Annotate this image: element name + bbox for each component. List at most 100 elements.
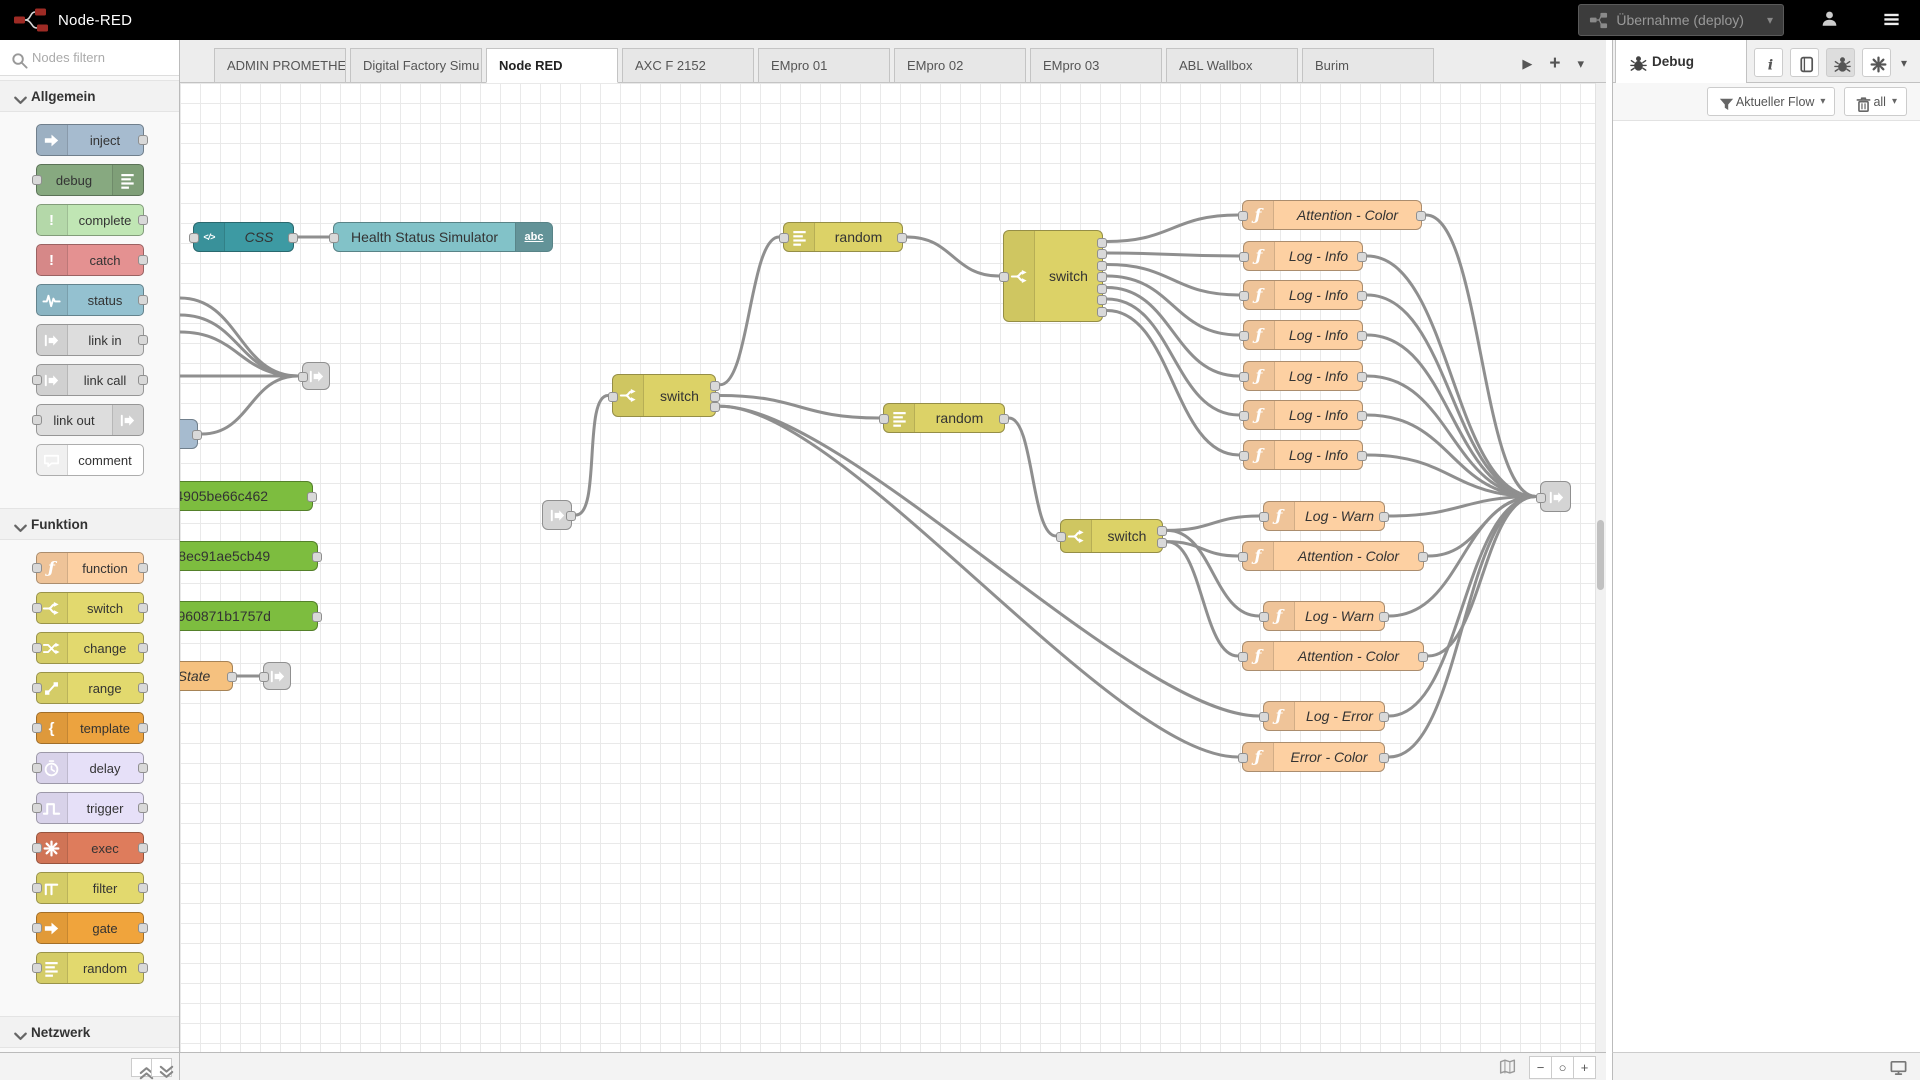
flow-node-info2[interactable]: ƒLog - Info [1243,280,1363,310]
tab-digital-factory-simu[interactable]: Digital Factory Simu [350,48,482,83]
palette-node-range[interactable]: range [36,672,144,704]
flow-node-hss[interactable]: Health Status Simulatorabc [333,222,553,252]
input-port[interactable] [879,414,889,424]
output-port[interactable] [138,135,148,145]
flow-node-g1[interactable]: 4-4905be66c462 [180,481,313,511]
output-port[interactable] [138,603,148,613]
output-port[interactable] [1097,238,1107,248]
input-port[interactable] [32,415,42,425]
tab-burim[interactable]: Burim [1302,48,1434,83]
input-port[interactable] [259,672,269,682]
input-port[interactable] [32,763,42,773]
input-port[interactable] [1239,411,1249,421]
sidebar-caret-down-icon[interactable]: ▾ [1901,56,1907,70]
input-port[interactable] [1056,532,1066,542]
input-port[interactable] [608,392,618,402]
flow-node-botswitch[interactable]: switch [1060,519,1163,553]
palette-node-exec[interactable]: exec [36,832,144,864]
flow-canvas[interactable]: </>CSSHealth Status Simulatorabcrandomsw… [180,83,1606,1052]
output-port[interactable] [1357,451,1367,461]
debug-filter-button[interactable]: Aktueller Flow ▾ [1707,87,1836,116]
wire[interactable] [1107,253,1239,256]
navigator-map-icon[interactable] [1498,1057,1519,1078]
output-port[interactable] [710,402,720,412]
wire[interactable] [720,406,1238,757]
palette-node-gate[interactable]: gate [36,912,144,944]
input-port[interactable] [32,643,42,653]
output-port[interactable] [138,843,148,853]
input-port[interactable] [779,233,789,243]
flow-node-g3[interactable]: e-960871b1757d [180,601,318,631]
output-port[interactable] [1097,284,1107,294]
output-port[interactable] [1379,512,1389,522]
flow-node-logwarn2[interactable]: ƒLog - Warn [1263,601,1385,631]
input-port[interactable] [32,563,42,573]
palette-node-filter[interactable]: filter [36,872,144,904]
output-port[interactable] [1357,331,1367,341]
output-port[interactable] [138,803,148,813]
input-port[interactable] [1259,612,1269,622]
config-tab-button[interactable] [1862,48,1891,77]
output-port[interactable] [1097,295,1107,305]
output-port[interactable] [710,381,720,391]
flow-node-info1[interactable]: ƒLog - Info [1243,241,1363,271]
flow-node-random2[interactable]: random [883,403,1005,433]
output-port[interactable] [192,430,202,440]
palette-node-complete[interactable]: !complete [36,204,144,236]
tab-node-red[interactable]: Node RED [486,48,618,83]
flow-node-bigswitch[interactable]: switch [1003,230,1103,322]
deploy-caret-down-icon[interactable]: ▾ [1767,13,1773,27]
output-port[interactable] [138,683,148,693]
output-port[interactable] [1357,372,1367,382]
output-port[interactable] [138,375,148,385]
input-port[interactable] [1239,291,1249,301]
input-port[interactable] [999,272,1009,282]
scroll-right-icon[interactable]: ▶ [1522,57,1532,70]
output-port[interactable] [138,923,148,933]
output-port[interactable] [1097,272,1107,282]
output-port[interactable] [1379,612,1389,622]
tab-empro-01[interactable]: EMpro 01 [758,48,890,83]
flow-node-linkright[interactable] [1540,481,1571,512]
palette-node-link-out[interactable]: link out [36,404,144,436]
wire[interactable] [1389,497,1536,758]
palette-node-debug[interactable]: debug [36,164,144,196]
wire[interactable] [1107,276,1239,335]
flow-node-random1[interactable]: random [783,222,903,252]
output-port[interactable] [312,612,322,622]
palette-node-template[interactable]: {template [36,712,144,744]
output-port[interactable] [1418,652,1428,662]
zoom-reset-button[interactable]: ○ [1551,1056,1574,1079]
output-port[interactable] [138,215,148,225]
input-port[interactable] [1238,652,1248,662]
input-port[interactable] [1536,493,1546,503]
output-port[interactable] [710,392,720,402]
zoom-out-button[interactable]: − [1529,1056,1552,1079]
output-port[interactable] [138,643,148,653]
input-port[interactable] [32,723,42,733]
wire[interactable] [1426,215,1536,497]
palette-node-link-in[interactable]: link in [36,324,144,356]
tab-abl-wallbox[interactable]: ABL Wallbox [1166,48,1298,83]
input-port[interactable] [32,603,42,613]
flow-node-linkstate[interactable] [263,662,291,690]
flow-node-linkout_top[interactable] [302,362,330,390]
flow-node-bluecut[interactable] [180,419,198,449]
output-port[interactable] [1357,291,1367,301]
output-port[interactable] [1379,753,1389,763]
add-flow-icon[interactable]: + [1549,54,1560,73]
tab-empro-02[interactable]: EMpro 02 [894,48,1026,83]
debug-clear-button[interactable]: all ▾ [1844,87,1907,116]
tab-debug[interactable]: Debug [1615,40,1747,83]
output-port[interactable] [566,511,576,521]
palette-section-netzwerk[interactable]: Netzwerk [0,1016,179,1048]
flow-node-linkin_mid[interactable] [542,500,572,530]
input-port[interactable] [1239,331,1249,341]
menu-icon[interactable] [1882,10,1902,30]
wire[interactable] [720,396,879,419]
output-port[interactable] [138,335,148,345]
flow-node-attn1[interactable]: ƒAttention - Color [1242,200,1422,230]
input-port[interactable] [1239,451,1249,461]
input-port[interactable] [1238,753,1248,763]
input-port[interactable] [32,803,42,813]
